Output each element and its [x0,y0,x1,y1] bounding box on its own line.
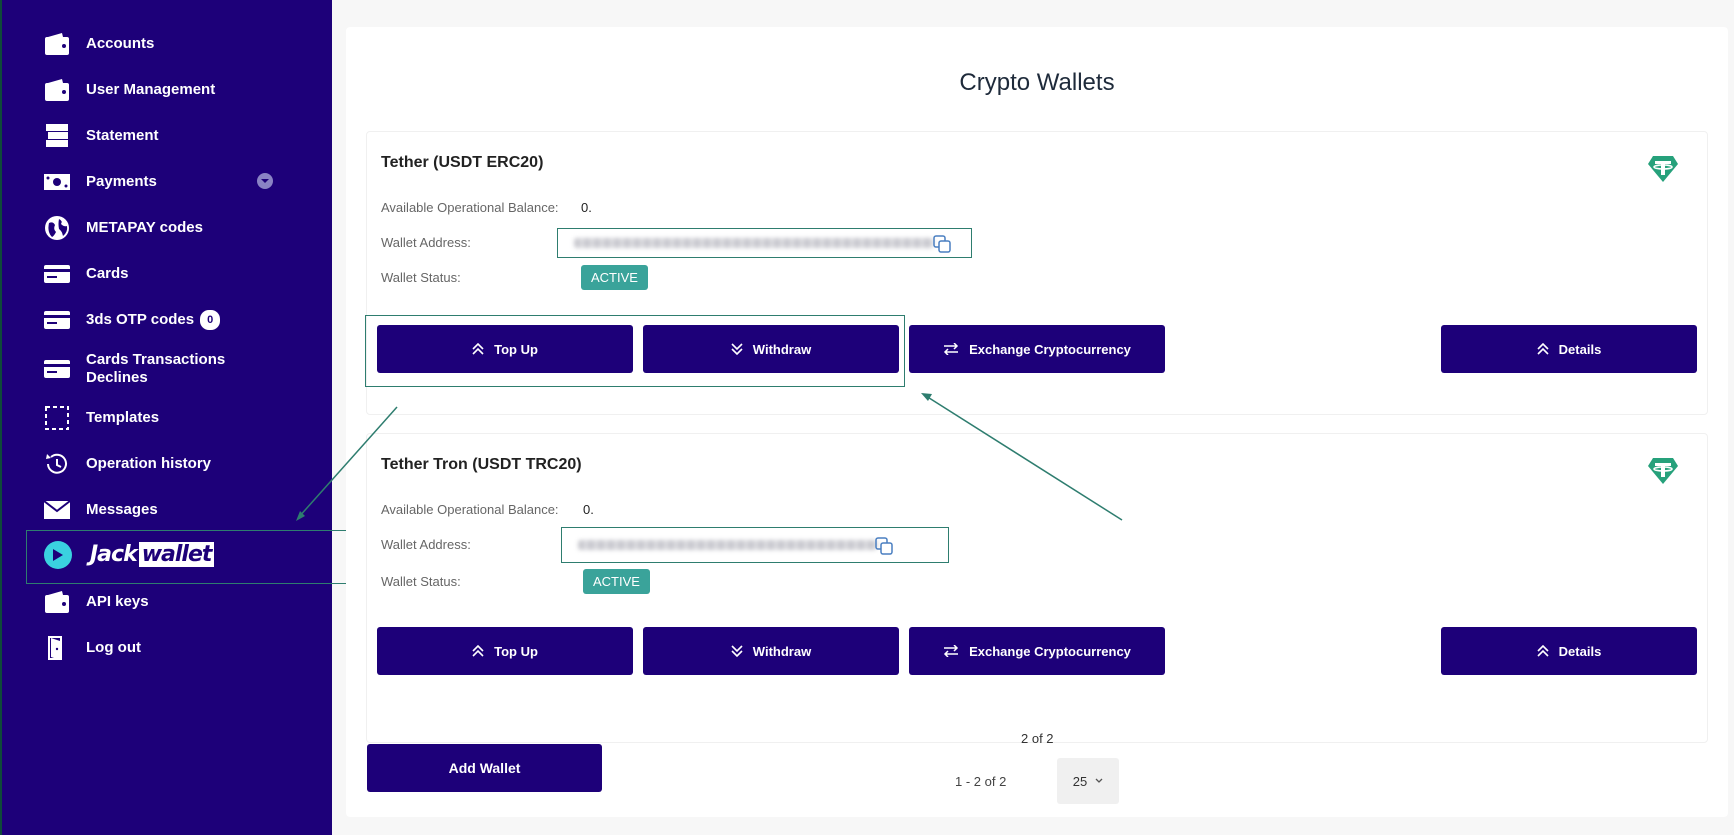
top-up-button[interactable]: Top Up [377,627,633,675]
wallet-name: Tether (USDT ERC20) [381,154,544,171]
status-badge: ACTIVE [581,265,648,290]
sidebar-item-cards[interactable]: Cards [42,259,129,289]
sidebar-item-templates[interactable]: Templates [42,403,159,433]
play-icon[interactable] [44,541,72,569]
wallet-icon [42,29,72,59]
sidebar-item-cards-transactions-declines[interactable]: Cards Transactions Declines [42,351,236,387]
balance-label: Available Operational Balance: [381,502,559,517]
wallet-address-highlight [557,228,972,258]
exchange-label: Exchange Cryptocurrency [969,341,1131,357]
sidebar-item-statement[interactable]: Statement [42,121,159,151]
sidebar-item-label: Cards [86,265,129,282]
copy-icon[interactable] [875,537,893,560]
details-label: Details [1558,643,1602,659]
top-up-withdraw-highlight [365,315,905,387]
sidebar-item-label: User Management [86,81,216,98]
sidebar-item-3ds-otp-codes[interactable]: 3ds OTP codes 0 [42,305,221,335]
wallet-address-blurred [578,540,878,550]
chevrons-down-icon [731,645,743,657]
chevrons-up-icon [1537,343,1549,355]
wallet-card: Tether Tron (USDT TRC20) Available Opera… [366,433,1708,743]
sidebar-item-user-management[interactable]: User Management [42,75,215,105]
withdraw-label: Withdraw [752,643,812,659]
statement-icon [42,121,72,151]
balance-value: 0. [581,200,592,215]
sidebar-item-payments[interactable]: Payments [42,167,157,197]
add-wallet-label: Add Wallet [448,760,521,776]
tether-icon [1647,154,1679,189]
status-badge: ACTIVE [583,569,650,594]
page-title: Crypto Wallets [959,69,1115,96]
pagination-range: 1 - 2 of 2 [955,774,1007,789]
otp-count-badge: 0 [200,310,221,330]
top-up-label: Top Up [494,643,538,659]
sidebar-item-label: Statement [86,127,159,144]
exchange-cryptocurrency-button[interactable]: Exchange Cryptocurrency [909,325,1165,373]
sidebar-item-metapay-codes[interactable]: METAPAY codes [42,213,203,243]
sidebar-item-label: METAPAY codes [86,219,203,236]
sidebar-item-log-out[interactable]: Log out [42,633,141,663]
sidebar-item-label: Cards Transactions Declines [86,351,226,386]
mail-icon [42,495,72,525]
sidebar-item-accounts[interactable]: Accounts [42,29,154,59]
sidebar-item-operation-history[interactable]: Operation history [42,449,211,479]
wallet-address-blurred [574,238,934,248]
sidebar-item-label: Payments [86,173,157,190]
exchange-cryptocurrency-button[interactable]: Exchange Cryptocurrency [909,627,1165,675]
exchange-label: Exchange Cryptocurrency [969,643,1131,659]
sidebar-item-messages[interactable]: Messages [42,495,158,525]
card-icon [42,354,72,384]
card-icon [42,305,72,335]
status-label: Wallet Status: [381,270,461,285]
main-panel: Crypto Wallets Tether (USDT ERC20) Avail… [346,27,1728,817]
details-button[interactable]: Details [1441,325,1697,373]
copy-icon[interactable] [933,235,951,258]
per-page-select[interactable]: 25 [1057,758,1119,804]
jackwallet-logo[interactable]: Jack wallet [90,542,215,567]
door-icon [42,633,72,663]
address-label: Wallet Address: [381,537,471,552]
per-page-value: 25 [1072,773,1088,789]
balance-label: Available Operational Balance: [381,200,559,215]
sidebar-item-label: Log out [86,639,141,656]
details-button[interactable]: Details [1441,627,1697,675]
chevrons-up-icon [472,645,484,657]
sidebar-item-label: Operation history [86,455,212,472]
details-label: Details [1558,341,1602,357]
wallet-card: Tether (USDT ERC20) Available Operationa… [365,131,1708,415]
withdraw-button[interactable]: Withdraw [643,627,899,675]
globe-icon [42,213,72,243]
balance-value: 0. [583,502,594,517]
sidebar-item-api-keys[interactable]: API keys [42,587,149,617]
exchange-arrows-icon [944,645,959,657]
sidebar-item-label: API keys [86,593,149,610]
cash-icon [42,167,72,197]
wallet-icon [42,75,72,105]
chevron-down-icon [1095,778,1103,783]
address-label: Wallet Address: [381,235,471,250]
templates-icon [42,403,72,433]
sidebar-item-label: Messages [86,501,158,518]
pagination-page: 2 of 2 [1021,731,1054,746]
sidebar-item-label: Accounts [86,35,155,52]
history-icon [42,449,72,479]
tether-icon [1647,456,1679,491]
wallet-icon [42,587,72,617]
exchange-arrows-icon [944,343,959,355]
card-icon [42,259,72,289]
wallet-name: Tether Tron (USDT TRC20) [381,456,582,473]
add-wallet-button[interactable]: Add Wallet [367,744,602,792]
chevrons-up-icon [1537,645,1549,657]
status-label: Wallet Status: [381,574,461,589]
sidebar-item-label: Templates [86,409,160,426]
sidebar: Accounts User Management Statement Payme… [0,0,368,835]
sidebar-item-label: 3ds OTP codes 0 [86,310,221,330]
chevron-down-icon[interactable] [257,173,273,189]
